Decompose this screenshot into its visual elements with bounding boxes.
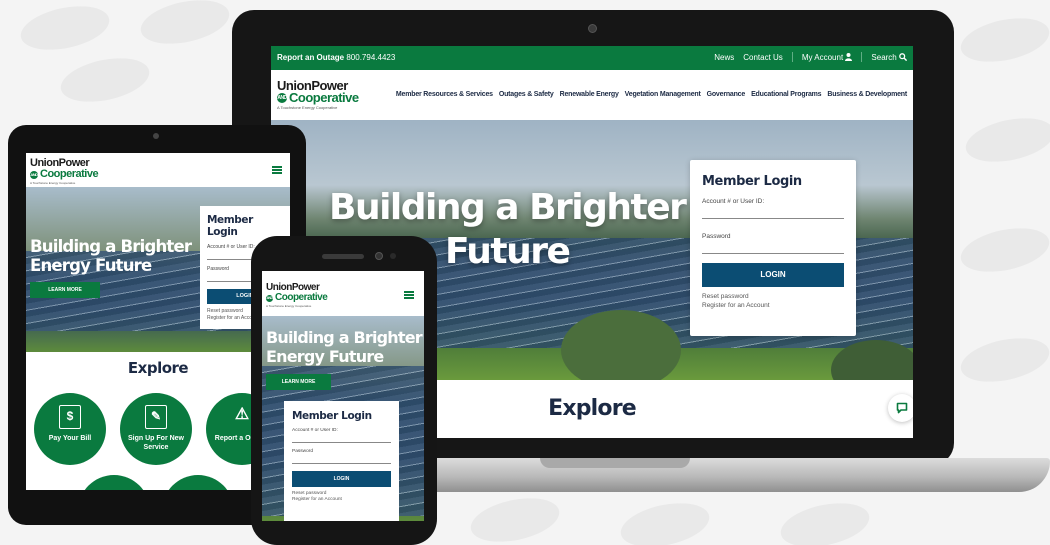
logo-tagline: A Touchstone Energy Cooperative [277, 105, 338, 110]
menu-icon[interactable] [404, 291, 414, 299]
background-dot [956, 11, 1050, 69]
outage-phone: 800.794.4423 [346, 53, 396, 62]
password-input[interactable] [292, 454, 391, 464]
receipt-dollar-icon: $ [59, 405, 81, 429]
logo-tagline: A Touchstone Energy Cooperative [266, 304, 312, 308]
login-title: Member Login [207, 214, 253, 238]
phone-screen: UnionPower AND Cooperative A Touchstone E… [262, 271, 424, 521]
nav-educational[interactable]: Educational Programs [751, 91, 821, 98]
reset-password-link[interactable]: Reset password [702, 293, 844, 300]
login-title: Member Login [292, 410, 372, 422]
site-logo[interactable]: UnionPower AND Cooperative A Touchstone E… [277, 79, 359, 110]
hero-title: Building a Brighter Energy Future [266, 328, 423, 366]
tablet-camera [153, 133, 159, 139]
hero-title-line1: Building a Brighter [30, 237, 192, 256]
main-nav: Member Resources & Services Outages & Sa… [396, 91, 907, 98]
hero-title-line1: Building a Brighter [329, 187, 687, 228]
learn-more-button[interactable]: LEARN MORE [266, 374, 331, 390]
member-login-box: Member Login Account # or User ID: Passw… [690, 160, 856, 336]
my-account-label: My Account [801, 53, 844, 62]
phone-logo[interactable]: UnionPower AND Cooperative A Touchstone E… [266, 283, 328, 308]
divider [861, 52, 863, 62]
member-login-box: Member Login Account # or User ID: Passw… [284, 401, 399, 521]
background-dot [16, 0, 114, 57]
new-service-tile[interactable]: ✎ Sign Up For New Service [120, 393, 192, 465]
hero-title: Building a Brighter Energy Future [30, 237, 192, 275]
background-dot [776, 496, 874, 545]
background-dot [956, 331, 1050, 389]
report-outage-link[interactable]: Report an Outage 800.794.4423 [277, 53, 395, 62]
nav-renewable-energy[interactable]: Renewable Energy [560, 91, 619, 98]
nav-member-resources[interactable]: Member Resources & Services [396, 91, 493, 98]
logo-tagline: A Touchstone Energy Cooperative [30, 181, 76, 185]
reset-password-link[interactable]: Reset password [292, 491, 391, 496]
tablet-logo[interactable]: UnionPower AND Cooperative A Touchstone E… [30, 158, 99, 185]
logo-and-badge: AND [266, 294, 273, 302]
my-account-link[interactable]: My Account [802, 53, 853, 62]
password-label: Password [702, 233, 731, 240]
hero-title-line2: Energy Future [266, 347, 384, 366]
phone-hero: Building a Brighter Energy Future LEARN … [262, 316, 424, 521]
login-button[interactable]: LOGIN [292, 471, 391, 487]
password-input[interactable] [702, 240, 844, 254]
person-icon [845, 53, 853, 61]
background-dot [616, 496, 714, 545]
logo-and-badge: AND [277, 93, 287, 103]
news-link[interactable]: News [714, 53, 734, 62]
search-icon [899, 53, 908, 62]
background-dot [136, 0, 234, 51]
new-service-label: Sign Up For New Service [128, 435, 184, 451]
account-label: Account # or User ID: [702, 198, 765, 205]
register-link[interactable]: Register for an Account [702, 302, 844, 309]
site-header: UnionPower AND Cooperative A Touchstone E… [271, 70, 913, 120]
tablet-header: UnionPower AND Cooperative A Touchstone E… [26, 153, 290, 187]
signup-form-icon: ✎ [145, 405, 167, 429]
nav-governance[interactable]: Governance [707, 91, 746, 98]
account-input[interactable] [702, 205, 844, 219]
background-dot [466, 491, 564, 545]
logo-line2: Cooperative [275, 292, 328, 303]
phone-header: UnionPower AND Cooperative A Touchstone E… [262, 271, 424, 316]
explore-tile[interactable] [78, 475, 150, 490]
search-link[interactable]: Search [871, 53, 908, 62]
login-title: Member Login [702, 174, 802, 189]
search-label: Search [871, 53, 897, 62]
divider [791, 52, 793, 62]
pay-bill-tile[interactable]: $ Pay Your Bill [34, 393, 106, 465]
tree [561, 310, 681, 380]
phone-speaker [322, 254, 364, 259]
chat-button[interactable] [888, 394, 913, 422]
explore-tile[interactable] [162, 475, 234, 490]
logo-line2: Cooperative [289, 90, 359, 105]
nav-outages-safety[interactable]: Outages & Safety [499, 91, 554, 98]
hero-title-line2: Energy Future [30, 256, 152, 275]
chat-icon [896, 402, 908, 414]
learn-more-button[interactable]: LEARN MORE [30, 282, 100, 298]
laptop-camera [588, 24, 597, 33]
background-dot [56, 51, 154, 109]
phone-sensor [390, 253, 396, 259]
warning-bolt-icon: ⚠ [234, 406, 250, 423]
menu-icon[interactable] [272, 166, 282, 174]
contact-us-link[interactable]: Contact Us [743, 53, 783, 62]
background-dot [961, 111, 1050, 169]
register-link[interactable]: Register for an Account [292, 497, 391, 502]
hero-title-line1: Building a Brighter [266, 328, 423, 347]
laptop-notch [540, 458, 690, 468]
outage-label: Report an Outage [277, 53, 345, 62]
pay-bill-label: Pay Your Bill [48, 435, 92, 442]
login-button[interactable]: LOGIN [702, 263, 844, 287]
logo-line2: Cooperative [40, 168, 99, 180]
nav-vegetation[interactable]: Vegetation Management [625, 91, 701, 98]
nav-business[interactable]: Business & Development [827, 91, 907, 98]
account-input[interactable] [292, 433, 391, 443]
background-dot [956, 221, 1050, 279]
logo-and-badge: AND [30, 170, 38, 179]
utility-bar: Report an Outage 800.794.4423 News Conta… [271, 46, 913, 70]
phone-camera [375, 252, 383, 260]
